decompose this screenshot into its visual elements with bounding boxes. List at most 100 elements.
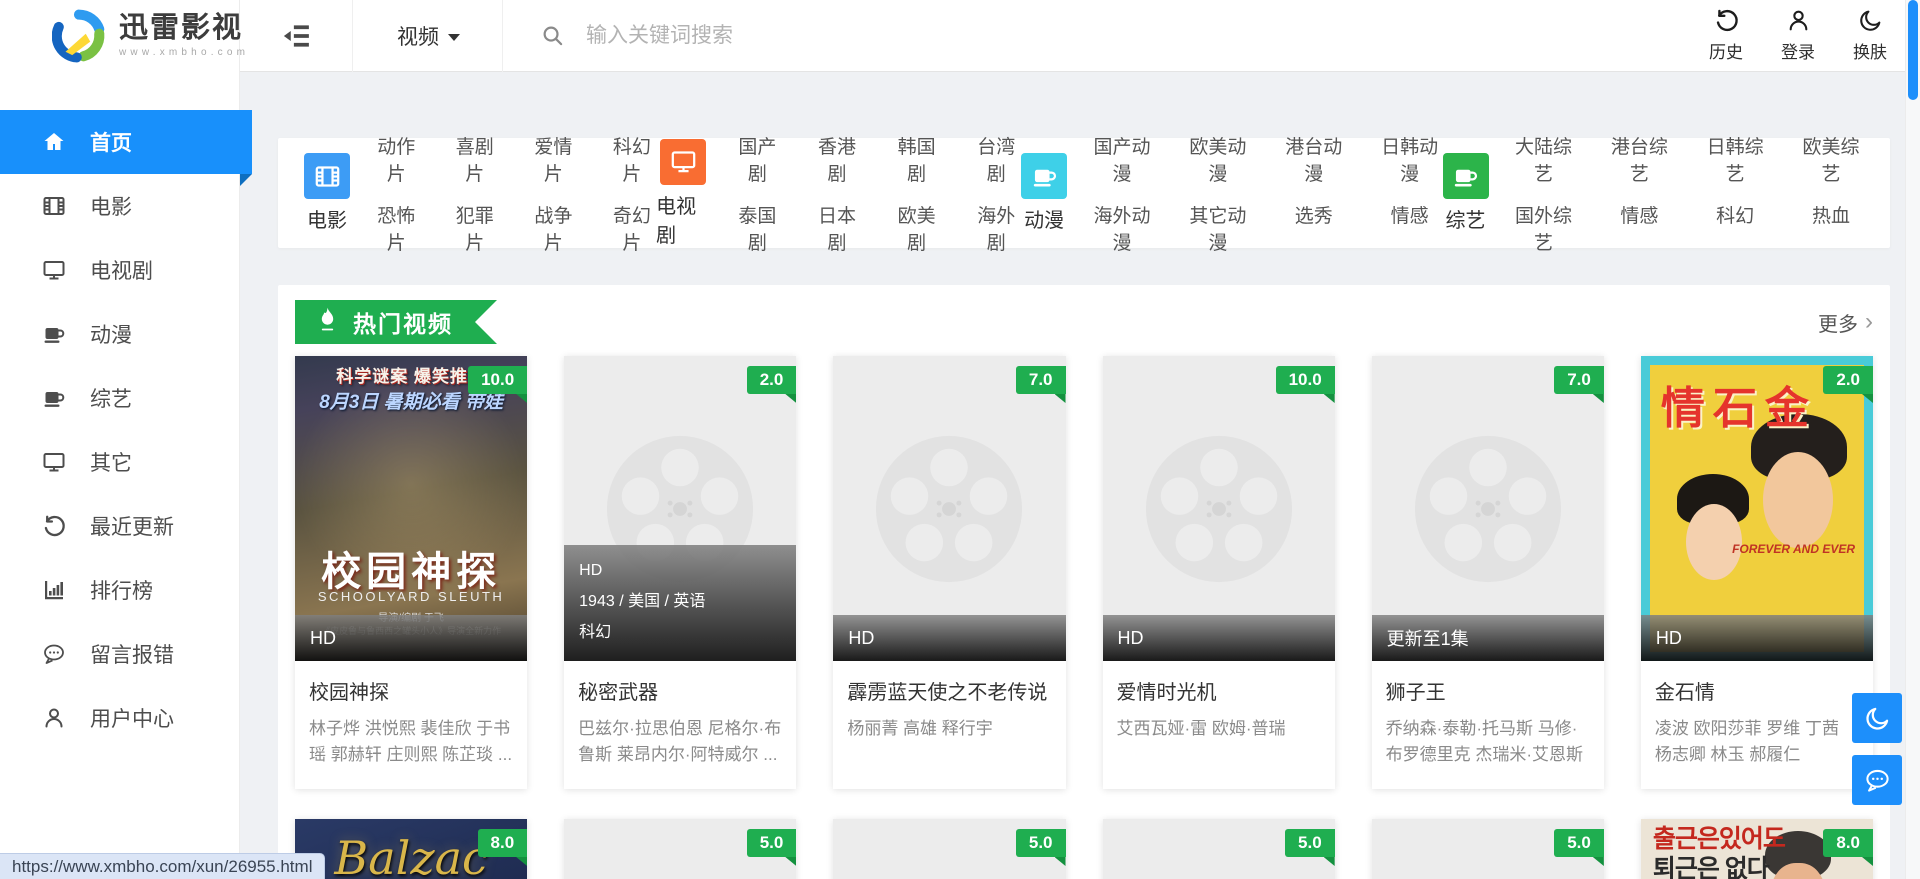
- moon-icon: [1858, 8, 1883, 33]
- filter-link[interactable]: 爱情片: [529, 132, 578, 186]
- filter-group-icon: [1021, 153, 1067, 199]
- video-card[interactable]: 5.0: [564, 819, 796, 879]
- filter-link[interactable]: 情感: [1606, 201, 1672, 255]
- filter-link[interactable]: 喜剧片: [451, 132, 500, 186]
- sidebar-item-movies[interactable]: 电影: [0, 174, 239, 238]
- filter-link[interactable]: 香港剧: [812, 132, 862, 186]
- filter-link[interactable]: 奇幻片: [608, 201, 657, 255]
- topbar-action-history[interactable]: 历史: [1704, 8, 1748, 63]
- feedback-float-button[interactable]: [1852, 755, 1902, 805]
- filter-link[interactable]: 情感: [1377, 201, 1443, 255]
- sidebar-item-anime[interactable]: 动漫: [0, 302, 239, 366]
- poster-text: 퇴근은 없다: [1653, 855, 1785, 879]
- chevron-right-icon: ›: [1865, 310, 1873, 334]
- tv-icon: [670, 148, 697, 175]
- video-card[interactable]: BalzacA Life of Passion8.0: [295, 819, 527, 879]
- poster-image: 科学谜案 爆笑推理8月3日 暑期必看 带娃校园神探SCHOOLYARD SLEU…: [295, 356, 527, 661]
- video-card[interactable]: 5.0: [1103, 819, 1335, 879]
- poster-image: 출근은있어도퇴근은 없다수습사원도사표를 써야하나요?8.0: [1641, 819, 1873, 879]
- night-mode-button[interactable]: [1852, 693, 1902, 743]
- video-grid-row1: 科学谜案 爆笑推理8月3日 暑期必看 带娃校园神探SCHOOLYARD SLEU…: [295, 356, 1873, 789]
- video-card[interactable]: 10.0HD爱情时光机艾西瓦娅·雷 欧姆·普瑞: [1103, 356, 1335, 789]
- sidebar-item-tv[interactable]: 电视剧: [0, 238, 239, 302]
- video-card[interactable]: 5.0: [1372, 819, 1604, 879]
- sidebar-item-variety[interactable]: 综艺: [0, 366, 239, 430]
- filter-link[interactable]: 海外剧: [971, 201, 1021, 255]
- filter-link[interactable]: 欧美动漫: [1185, 132, 1251, 186]
- video-card[interactable]: 출근은있어도퇴근은 없다수습사원도사표를 써야하나요?8.0: [1641, 819, 1873, 879]
- filter-link[interactable]: 日韩综艺: [1702, 132, 1768, 186]
- filter-link[interactable]: 选秀: [1281, 201, 1347, 255]
- film-icon: [42, 194, 66, 218]
- video-card[interactable]: 科学谜案 爆笑推理8月3日 暑期必看 带娃校园神探SCHOOLYARD SLEU…: [295, 356, 527, 789]
- page: 迅雷影视 www.xmbho.com 首页 电影 电视剧 动漫 综艺 其它 最近…: [0, 0, 1920, 879]
- topbar-action-label: 历史: [1709, 38, 1743, 63]
- filter-link[interactable]: 日本剧: [812, 201, 862, 255]
- sidebar-item-label: 首页: [90, 127, 132, 157]
- poster-image: 情石金FOREVER AND EVER2.0HD: [1641, 356, 1873, 661]
- video-card[interactable]: 7.0HD霹雳蓝天使之不老传说杨丽菁 高雄 释行宇: [833, 356, 1065, 789]
- tv-icon: [42, 450, 66, 474]
- sidebar-item-label: 其它: [90, 447, 132, 477]
- filter-link[interactable]: 动作片: [372, 132, 421, 186]
- more-link[interactable]: 更多 ›: [1818, 308, 1873, 337]
- filter-group-anime: 动漫国产动漫欧美动漫港台动漫日韩动漫海外动漫其它动漫选秀情感: [1021, 132, 1442, 255]
- sidebar-item-home[interactable]: 首页: [0, 110, 252, 174]
- filter-link[interactable]: 犯罪片: [451, 201, 500, 255]
- filter-link[interactable]: 欧美剧: [892, 201, 942, 255]
- filter-link[interactable]: 国产剧: [733, 132, 783, 186]
- filter-link[interactable]: 欧美综艺: [1798, 132, 1864, 186]
- poster-image: BalzacA Life of Passion8.0: [295, 819, 527, 879]
- scrollbar-thumb[interactable]: [1908, 0, 1918, 100]
- chart-icon: [42, 578, 66, 602]
- video-card-info: 秘密武器巴兹尔·拉思伯恩 尼格尔·布鲁斯 莱昂内尔·阿特威尔 ...: [564, 661, 796, 789]
- filter-link[interactable]: 战争片: [529, 201, 578, 255]
- divider: [502, 0, 503, 72]
- search-input[interactable]: [584, 23, 1014, 49]
- sidebar-item-recent[interactable]: 最近更新: [0, 494, 239, 558]
- sidebar-item-feedback[interactable]: 留言报错: [0, 622, 239, 686]
- sidebar-item-user-center[interactable]: 用户中心: [0, 686, 239, 750]
- video-card[interactable]: 7.0更新至1集狮子王乔纳森·泰勒·托马斯 马修·布罗德里克 杰瑞米·艾恩斯: [1372, 356, 1604, 789]
- filter-link[interactable]: 台湾剧: [971, 132, 1021, 186]
- search-type-dropdown[interactable]: 视频: [397, 21, 460, 51]
- filter-link[interactable]: 科幻: [1702, 201, 1768, 255]
- filter-link[interactable]: 港台动漫: [1281, 132, 1347, 186]
- filter-link[interactable]: 海外动漫: [1089, 201, 1155, 255]
- filter-link[interactable]: 日韩动漫: [1377, 132, 1443, 186]
- video-card[interactable]: 5.0: [833, 819, 1065, 879]
- filter-link[interactable]: 恐怖片: [372, 201, 421, 255]
- video-title: 狮子王: [1386, 676, 1590, 705]
- video-card[interactable]: 情石金FOREVER AND EVER2.0HD金石情凌波 欧阳莎菲 罗维 丁茜…: [1641, 356, 1873, 789]
- filter-link[interactable]: 港台综艺: [1606, 132, 1672, 186]
- filter-link[interactable]: 泰国剧: [733, 201, 783, 255]
- filter-link[interactable]: 热血: [1798, 201, 1864, 255]
- quality-bar: HD: [1103, 615, 1335, 661]
- rating-badge: 5.0: [1554, 829, 1604, 857]
- filter-link[interactable]: 国产动漫: [1089, 132, 1155, 186]
- search-icon: [541, 24, 564, 47]
- sidebar-menu: 首页 电影 电视剧 动漫 综艺 其它 最近更新 排行榜 留言报错 用户中心: [0, 110, 239, 750]
- sidebar-toggle-button[interactable]: [280, 19, 320, 53]
- topbar-action-login[interactable]: 登录: [1776, 8, 1820, 63]
- topbar-actions: 历史 登录 换肤: [1704, 8, 1892, 63]
- video-actors: 艾西瓦娅·雷 欧姆·普瑞: [1117, 716, 1321, 769]
- video-grid-row2: BalzacA Life of Passion8.0 5.0 5.0 5.0 5…: [295, 819, 1873, 879]
- sidebar-item-ranking[interactable]: 排行榜: [0, 558, 239, 622]
- filter-link[interactable]: 科幻片: [608, 132, 657, 186]
- hover-info-line: 科幻: [579, 617, 781, 648]
- logo[interactable]: 迅雷影视 www.xmbho.com: [0, 0, 239, 72]
- filter-link[interactable]: 韩国剧: [892, 132, 942, 186]
- filter-group-variety: 综艺大陆综艺港台综艺日韩综艺欧美综艺国外综艺情感科幻热血: [1443, 132, 1864, 255]
- filter-link[interactable]: 国外综艺: [1511, 201, 1577, 255]
- scrollbar[interactable]: [1905, 0, 1920, 879]
- filter-group-header: 综艺: [1443, 153, 1489, 233]
- filter-link[interactable]: 其它动漫: [1185, 201, 1251, 255]
- video-card[interactable]: 2.0HD1943 / 美国 / 英语科幻秘密武器巴兹尔·拉思伯恩 尼格尔·布鲁…: [564, 356, 796, 789]
- filter-group-header: 电影: [304, 153, 350, 233]
- sidebar-item-other[interactable]: 其它: [0, 430, 239, 494]
- quality-bar: HD: [295, 615, 527, 661]
- search-icon: [541, 24, 564, 47]
- filter-link[interactable]: 大陆综艺: [1511, 132, 1577, 186]
- topbar-action-skin[interactable]: 换肤: [1848, 8, 1892, 63]
